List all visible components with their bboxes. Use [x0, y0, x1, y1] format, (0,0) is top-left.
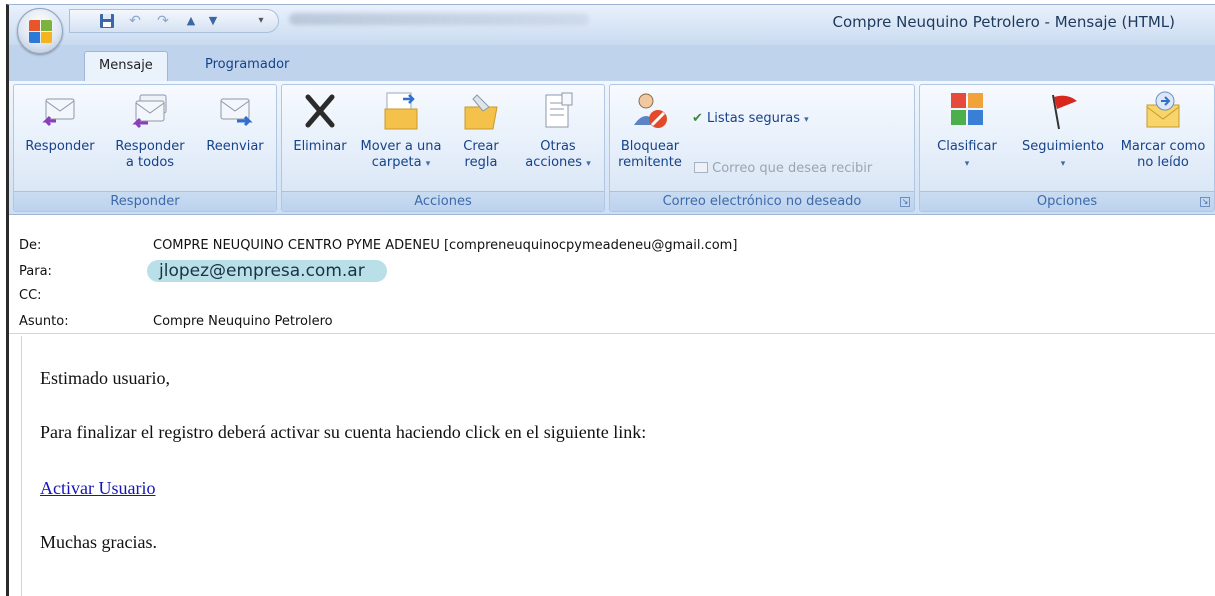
- window-title: Compre Neuquino Petrolero - Mensaje (HTM…: [832, 13, 1175, 31]
- undo-icon[interactable]: ↶: [126, 13, 144, 29]
- ribbon-tabs: Mensaje Programador: [9, 45, 1215, 81]
- message-body: Estimado usuario, Para finalizar el regi…: [21, 336, 1215, 596]
- safe-lists-icon: ✔: [692, 111, 703, 126]
- title-bar: ↶ ↷ ▲ ▼ ▾ Compre Neuquino Petrolero - Me…: [9, 5, 1215, 45]
- dialog-launcher-icon[interactable]: ↘: [900, 197, 910, 207]
- customize-qat-icon[interactable]: ▾: [252, 13, 270, 29]
- group-label-acciones: Acciones: [282, 191, 604, 211]
- delete-button[interactable]: Eliminar: [286, 87, 354, 187]
- other-actions-label-2: acciones: [525, 155, 583, 170]
- group-responder: Responder Responder a todos Reenviar Resp…: [13, 84, 277, 212]
- mark-unread-label-2: no leído: [1137, 155, 1189, 170]
- move-folder-label-1: Mover a una: [360, 139, 442, 154]
- forward-label: Reenviar: [206, 139, 264, 154]
- reply-all-label-1: Responder: [115, 139, 185, 154]
- reply-all-label-2: a todos: [125, 155, 175, 170]
- safe-lists-label: Listas seguras: [707, 111, 800, 126]
- save-icon[interactable]: [98, 13, 116, 29]
- body-instruction: Para finalizar el registro deberá activa…: [40, 422, 647, 442]
- body-greeting: Estimado usuario,: [40, 368, 170, 388]
- wanted-mail-button[interactable]: Correo que desea recibir: [694, 159, 872, 179]
- group-label-responder: Responder: [14, 191, 276, 211]
- categorize-label: Clasificar: [937, 139, 997, 154]
- reply-all-icon: [128, 89, 172, 133]
- mark-unread-button[interactable]: Marcar como no leído: [1116, 87, 1210, 187]
- dropdown-arrow-icon: ▾: [1060, 159, 1066, 169]
- envelope-icon: [694, 162, 708, 173]
- reply-label: Responder: [25, 139, 95, 154]
- dropdown-arrow-icon: ▾: [964, 159, 970, 169]
- create-rule-label-1: Crear: [463, 139, 499, 154]
- reply-icon: [38, 89, 82, 133]
- activate-user-link-wrap: Activar Usuario: [40, 478, 155, 499]
- other-actions-label-1: Otras: [540, 139, 576, 154]
- subject-label: Asunto:: [19, 314, 69, 329]
- office-button[interactable]: [17, 8, 63, 54]
- delete-icon: [298, 89, 342, 133]
- reply-button[interactable]: Responder: [18, 87, 102, 187]
- forward-button[interactable]: Reenviar: [198, 87, 272, 187]
- outlook-message-window: ↶ ↷ ▲ ▼ ▾ Compre Neuquino Petrolero - Me…: [6, 4, 1215, 596]
- wanted-mail-label: Correo que desea recibir: [712, 161, 873, 176]
- to-label: Para:: [19, 264, 52, 279]
- mark-unread-icon: [1141, 89, 1185, 133]
- ribbon: Responder Responder a todos Reenviar Resp…: [9, 81, 1215, 215]
- dropdown-arrow-icon: ▾: [804, 115, 809, 125]
- activate-user-link[interactable]: Activar Usuario: [40, 478, 155, 498]
- follow-up-flag-icon: [1041, 89, 1085, 133]
- redo-icon[interactable]: ↷: [154, 13, 172, 29]
- block-sender-label-2: remitente: [618, 155, 682, 170]
- dropdown-arrow-icon: ▾: [425, 159, 431, 169]
- office-logo-icon: [29, 20, 53, 44]
- block-sender-icon: [628, 89, 672, 133]
- dropdown-arrow-icon: ▾: [586, 159, 591, 169]
- other-actions-icon: [536, 89, 580, 133]
- mark-unread-label-1: Marcar como: [1120, 139, 1206, 154]
- from-label: De:: [19, 238, 42, 253]
- tab-programador[interactable]: Programador: [191, 51, 303, 81]
- dialog-launcher-icon[interactable]: ↘: [1200, 197, 1210, 207]
- create-rule-icon: [459, 89, 503, 133]
- subject-value: Compre Neuquino Petrolero: [153, 314, 333, 329]
- create-rule-label-2: regla: [464, 155, 498, 170]
- group-label-junk: Correo electrónico no deseado: [610, 191, 914, 211]
- delete-label: Eliminar: [293, 139, 347, 154]
- forward-icon: [213, 89, 257, 133]
- recipient-chip[interactable]: jlopez@empresa.com.ar: [147, 260, 387, 282]
- block-sender-button[interactable]: Bloquear remitente: [612, 87, 688, 187]
- group-junk-mail: Bloquear remitente ✔ Listas seguras ▾ Cor…: [609, 84, 915, 212]
- other-actions-button[interactable]: Otras acciones ▾: [516, 87, 600, 187]
- tab-mensaje[interactable]: Mensaje: [84, 51, 168, 81]
- categorize-icon: [945, 89, 989, 133]
- group-acciones: Eliminar Mover a una carpeta ▾ Crear regla…: [281, 84, 605, 212]
- create-rule-button[interactable]: Crear regla: [448, 87, 514, 187]
- cc-label: CC:: [19, 288, 42, 303]
- quick-access-toolbar: ↶ ↷ ▲ ▼ ▾: [69, 9, 279, 33]
- block-sender-label-1: Bloquear: [620, 139, 680, 154]
- blurred-title-region: [289, 13, 589, 25]
- from-value: COMPRE NEUQUINO CENTRO PYME ADENEU [comp…: [153, 238, 738, 253]
- next-item-icon[interactable]: ▼: [204, 13, 222, 29]
- move-folder-button[interactable]: Mover a una carpeta ▾: [356, 87, 446, 187]
- move-folder-label-2: carpeta: [371, 155, 422, 170]
- previous-item-icon[interactable]: ▲: [182, 13, 200, 29]
- reply-all-button[interactable]: Responder a todos: [104, 87, 196, 187]
- body-closing: Muchas gracias.: [40, 532, 157, 552]
- group-label-opciones: Opciones: [920, 191, 1214, 211]
- safe-lists-button[interactable]: ✔ Listas seguras ▾: [692, 109, 809, 129]
- categorize-button[interactable]: Clasificar ▾: [924, 87, 1010, 187]
- group-opciones: Clasificar ▾ Seguimiento ▾ Marcar como no l…: [919, 84, 1215, 212]
- move-folder-icon: [379, 89, 423, 133]
- follow-up-button[interactable]: Seguimiento ▾: [1012, 87, 1114, 187]
- follow-up-label: Seguimiento: [1022, 139, 1104, 154]
